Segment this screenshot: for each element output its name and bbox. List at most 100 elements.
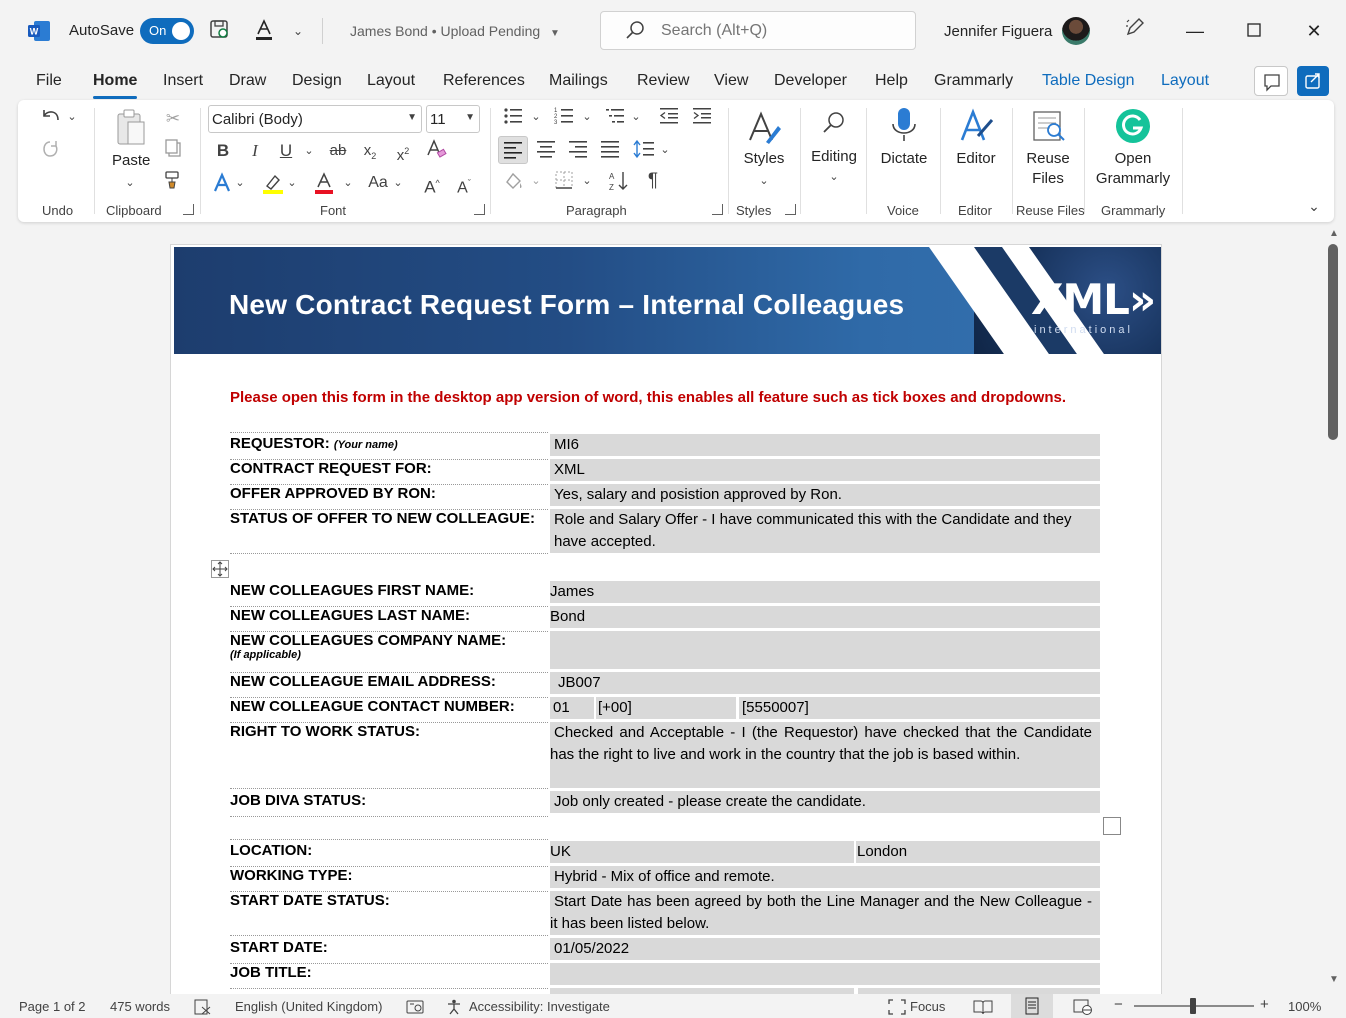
subscript-icon[interactable]: x2 <box>360 140 380 167</box>
location-country-field[interactable]: UK <box>550 841 854 863</box>
search-box[interactable] <box>600 11 916 50</box>
styles-launcher-icon[interactable] <box>785 204 796 215</box>
clear-formatting-icon[interactable] <box>424 138 448 166</box>
working-type-field[interactable]: Hybrid - Mix of office and remote. <box>550 866 1100 888</box>
align-left-icon[interactable] <box>498 136 528 164</box>
read-mode-icon[interactable] <box>973 999 993 1018</box>
phone-number-field[interactable]: [5550007] <box>739 697 1100 719</box>
customize-toolbar-icon[interactable]: ⌄ <box>285 18 311 44</box>
underline-icon[interactable]: U <box>277 140 295 162</box>
line-spacing-dropdown-icon[interactable]: ⌄ <box>659 139 671 161</box>
location-city-field[interactable]: London <box>856 841 1100 863</box>
email-field[interactable]: JB007 <box>550 672 1100 694</box>
tab-grammarly[interactable]: Grammarly <box>934 72 1013 90</box>
tab-home[interactable]: Home <box>93 72 138 99</box>
borders-dropdown-icon[interactable]: ⌄ <box>581 170 593 192</box>
user-name[interactable]: Jennifer Figuera <box>944 23 1052 40</box>
web-layout-icon[interactable] <box>1073 999 1093 1018</box>
align-right-icon[interactable] <box>567 139 589 165</box>
font-color-quick-icon[interactable] <box>251 18 277 44</box>
job-title-field[interactable] <box>550 963 1100 985</box>
designer-pen-icon[interactable] <box>1120 16 1150 46</box>
save-icon[interactable] <box>206 18 232 44</box>
requestor-field[interactable]: MI6 <box>550 434 1100 456</box>
tab-design[interactable]: Design <box>292 72 342 90</box>
vertical-scrollbar[interactable]: ▲ ▼ <box>1326 228 1346 990</box>
bullets-dropdown-icon[interactable]: ⌄ <box>530 106 542 128</box>
tab-review[interactable]: Review <box>637 72 689 90</box>
contract-for-field[interactable]: XML <box>550 459 1100 481</box>
sort-icon[interactable]: AZ <box>607 170 631 198</box>
page-count[interactable]: Page 1 of 2 <box>19 999 86 1014</box>
grow-font-icon[interactable]: A^ <box>420 172 444 199</box>
language[interactable]: English (United Kingdom) <box>235 999 382 1014</box>
styles-button[interactable]: Styles <box>736 150 792 167</box>
maximize-button[interactable] <box>1239 16 1269 46</box>
comments-button[interactable] <box>1254 66 1288 96</box>
cut-icon[interactable]: ✂ <box>162 108 184 130</box>
reuse-files-line1[interactable]: Reuse <box>1018 150 1078 167</box>
editor-icon[interactable] <box>958 106 996 152</box>
text-predictions-icon[interactable] <box>406 999 426 1018</box>
highlight-icon[interactable] <box>260 172 286 200</box>
document-title[interactable]: James Bond • Upload Pending ▼ <box>350 23 560 39</box>
table-move-handle-icon[interactable] <box>211 560 229 578</box>
scroll-up-icon[interactable]: ▲ <box>1328 228 1340 239</box>
tab-layout[interactable]: Layout <box>367 72 415 90</box>
format-painter-icon[interactable] <box>162 170 184 196</box>
change-case-dropdown-icon[interactable]: ⌄ <box>392 172 404 194</box>
proofing-icon[interactable] <box>194 999 212 1018</box>
zoom-slider-thumb[interactable] <box>1190 998 1196 1014</box>
superscript-icon[interactable]: x2 <box>393 140 413 167</box>
focus-mode[interactable]: Focus <box>910 999 945 1014</box>
tab-table-design[interactable]: Table Design <box>1042 72 1135 90</box>
grammarly-icon[interactable] <box>1115 108 1151 150</box>
increase-indent-icon[interactable] <box>691 106 713 132</box>
font-color-dropdown-icon[interactable]: ⌄ <box>342 172 354 194</box>
show-formatting-marks-icon[interactable]: ¶ <box>642 170 664 192</box>
accessibility-icon[interactable] <box>446 999 464 1018</box>
share-button[interactable] <box>1297 66 1329 96</box>
country-code-field[interactable]: 01 <box>550 697 594 719</box>
start-date-field[interactable]: 01/05/2022 <box>550 938 1100 960</box>
scroll-down-icon[interactable]: ▼ <box>1328 974 1340 985</box>
copy-icon[interactable] <box>162 138 184 164</box>
decrease-indent-icon[interactable] <box>658 106 680 132</box>
bullets-icon[interactable] <box>502 106 524 132</box>
tab-file[interactable]: File <box>36 72 62 90</box>
reuse-files-line2[interactable]: Files <box>1018 170 1078 187</box>
zoom-level[interactable]: 100% <box>1288 999 1321 1014</box>
styles-dropdown-icon[interactable]: ⌄ <box>754 170 774 192</box>
zoom-out-icon[interactable]: − <box>1114 996 1123 1013</box>
job-diva-status-field[interactable]: Job only created - please create the can… <box>550 791 1100 813</box>
paste-icon[interactable] <box>112 108 148 154</box>
right-to-work-field[interactable]: Checked and Acceptable - I (the Requesto… <box>550 722 1100 788</box>
area-code-field[interactable]: [+00] <box>596 697 736 719</box>
redo-icon[interactable] <box>36 138 64 166</box>
first-name-field[interactable]: James <box>550 581 1100 603</box>
focus-icon[interactable] <box>888 999 906 1018</box>
close-button[interactable]: ✕ <box>1299 16 1329 46</box>
multilevel-dropdown-icon[interactable]: ⌄ <box>630 106 642 128</box>
autosave-toggle[interactable]: On <box>140 18 194 44</box>
microphone-icon[interactable] <box>888 106 920 152</box>
tab-mailings[interactable]: Mailings <box>549 72 608 90</box>
editor-button[interactable]: Editor <box>948 150 1004 167</box>
underline-dropdown-icon[interactable]: ⌄ <box>303 140 315 162</box>
align-center-icon[interactable] <box>535 139 557 165</box>
print-layout-icon[interactable] <box>1011 994 1053 1018</box>
zoom-in-icon[interactable]: + <box>1260 996 1269 1013</box>
start-date-status-field[interactable]: Start Date has been agreed by both the L… <box>550 891 1100 935</box>
accessibility-status[interactable]: Accessibility: Investigate <box>469 999 610 1014</box>
numbering-icon[interactable]: 123 <box>553 106 575 132</box>
tab-insert[interactable]: Insert <box>163 72 203 90</box>
offer-status-field[interactable]: Role and Salary Offer - I have communica… <box>550 509 1100 553</box>
font-launcher-icon[interactable] <box>474 204 485 215</box>
paste-button[interactable]: Paste <box>112 152 150 169</box>
font-name-select[interactable]: Calibri (Body) ▼ <box>208 105 422 133</box>
tab-developer[interactable]: Developer <box>774 72 847 90</box>
tick-box[interactable] <box>1103 817 1121 835</box>
strikethrough-icon[interactable]: ab <box>326 140 350 162</box>
minimize-button[interactable]: — <box>1180 16 1210 46</box>
tab-help[interactable]: Help <box>875 72 908 90</box>
